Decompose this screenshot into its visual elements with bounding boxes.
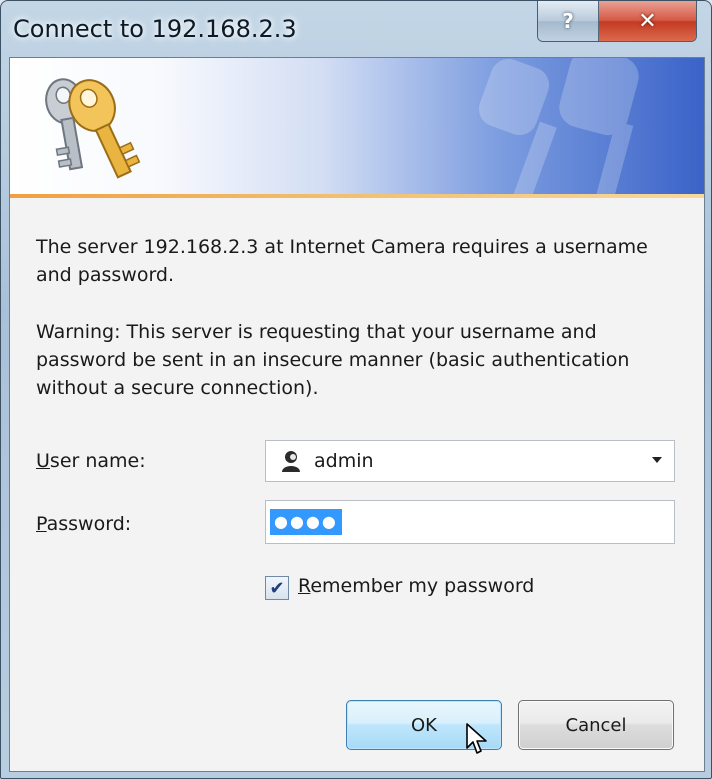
help-button[interactable]: ? [538,1,599,41]
password-label-mnemonic: P [36,513,47,535]
caption-buttons: ? ✕ [537,1,697,42]
username-value: admin [314,450,374,472]
remember-label-rest: emember my password [310,575,535,597]
banner-accent-line [10,194,704,198]
password-label-rest: assword: [46,513,132,535]
cancel-button[interactable]: Cancel [518,700,674,750]
username-label-mnemonic: U [36,450,50,472]
username-label: User name: [36,450,146,472]
help-icon: ? [562,9,574,33]
close-icon: ✕ [638,8,657,34]
dialog-banner [10,58,704,194]
intro-text: The server 192.168.2.3 at Internet Camer… [36,236,648,286]
mouse-pointer-icon [466,723,487,754]
remember-password-label[interactable]: Remember my password [298,575,534,597]
credential-dialog: Connect to 192.168.2.3 ? ✕ The server 19… [0,0,712,779]
window-title: Connect to 192.168.2.3 [13,15,297,43]
dialog-body: The server 192.168.2.3 at Internet Camer… [9,57,705,772]
title-bar[interactable]: Connect to 192.168.2.3 ? ✕ [1,1,711,57]
remember-password-checkbox[interactable]: ✔ [265,576,289,600]
username-combobox[interactable]: admin [265,440,675,482]
remember-label-mnemonic: R [298,575,311,597]
keys-icon [45,78,141,179]
keys-watermark-icon [478,58,639,194]
password-input[interactable]: ●●●● [265,500,675,544]
password-label: Password: [36,513,131,535]
close-button[interactable]: ✕ [599,1,696,41]
chevron-down-icon[interactable] [652,457,662,463]
checkmark-icon: ✔ [269,577,285,599]
user-account-icon [282,451,300,472]
username-label-rest: ser name: [49,450,146,472]
warning-text: Warning: This server is requesting that … [36,321,630,399]
password-mask: ●●●● [270,509,342,535]
